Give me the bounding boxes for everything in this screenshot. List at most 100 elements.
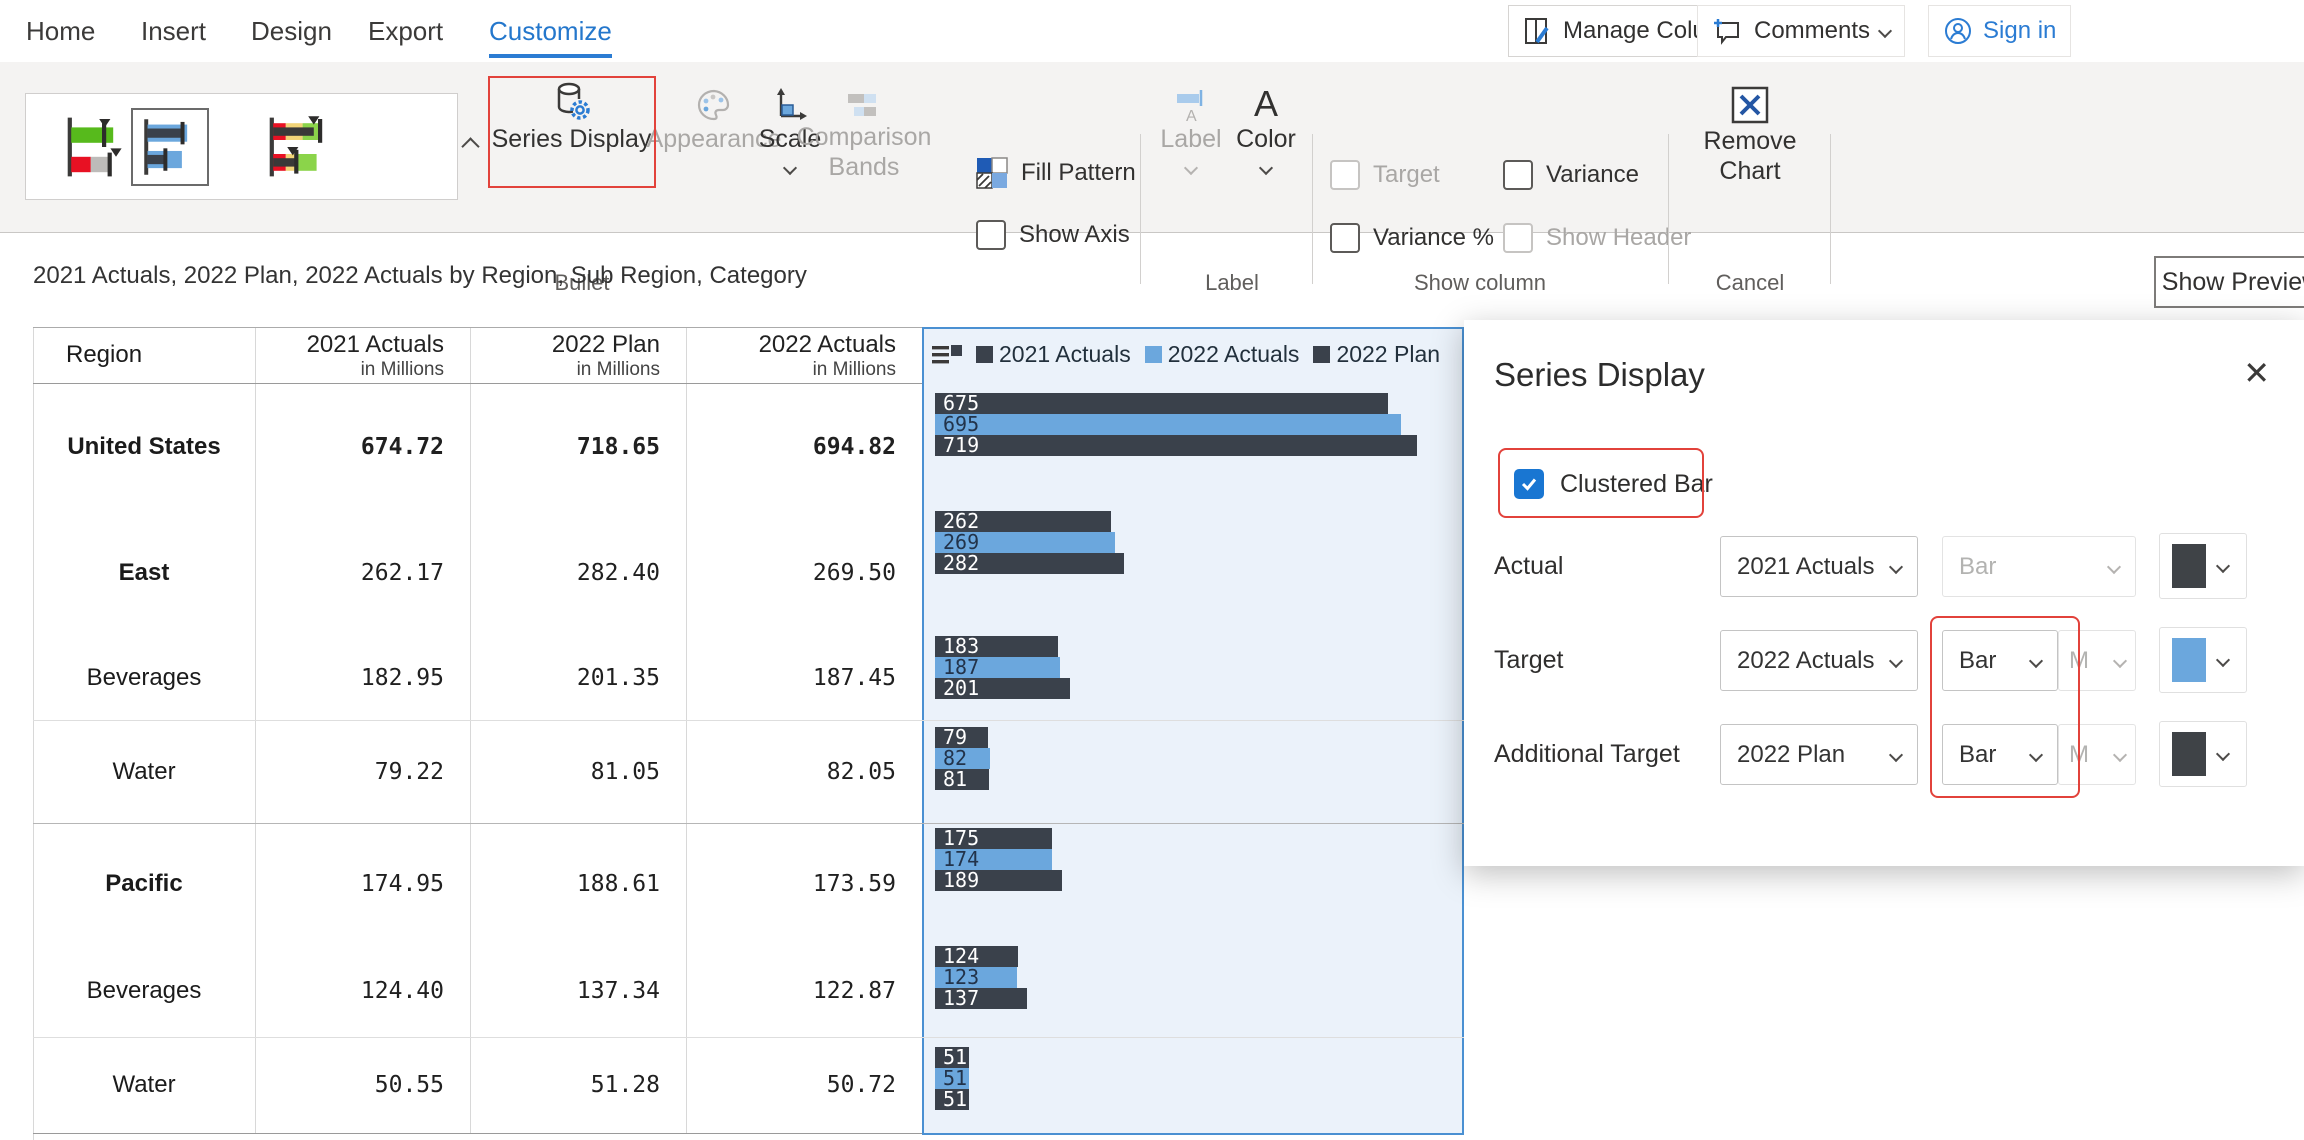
chart-bar[interactable]: 269: [935, 532, 1115, 553]
variance-checkbox[interactable]: [1503, 160, 1533, 190]
chart-bar[interactable]: 675: [935, 393, 1388, 414]
label-button[interactable]: A Label: [1155, 88, 1227, 173]
table-cell-value: 124.40: [255, 945, 444, 1037]
grid-hline: [33, 1037, 1464, 1038]
chart-bar[interactable]: 695: [935, 414, 1401, 435]
check-icon: [1519, 474, 1539, 494]
series-select[interactable]: 2022 Actuals: [1720, 630, 1918, 691]
chart-bar[interactable]: 262: [935, 511, 1111, 532]
color-swatch-select[interactable]: [2159, 627, 2247, 693]
chart-bar[interactable]: 187: [935, 657, 1060, 678]
chart-bar[interactable]: 79: [935, 727, 988, 748]
chart-bar[interactable]: 51: [935, 1047, 969, 1068]
show-preview-button[interactable]: Show Preview: [2154, 256, 2304, 308]
series-select[interactable]: 2021 Actuals: [1720, 536, 1918, 597]
chart-bar[interactable]: 201: [935, 678, 1070, 699]
person-icon: [1943, 16, 1973, 46]
tab-export[interactable]: Export: [368, 16, 443, 47]
menu-bar: Home Insert Design Export Customize Mana…: [0, 0, 2304, 63]
chart-bar[interactable]: 124: [935, 946, 1018, 967]
chart-bar[interactable]: 189: [935, 870, 1062, 891]
unit-select-value: M: [2069, 741, 2089, 769]
sign-in-button[interactable]: Sign in: [1928, 5, 2071, 57]
color-swatch-select[interactable]: [2159, 533, 2247, 599]
grid-hline: [33, 823, 1464, 824]
bar-value-label: 124: [935, 946, 979, 967]
chart-style-bullet[interactable]: [56, 108, 134, 186]
series-display-label: Series Display: [492, 124, 652, 154]
shape-select[interactable]: Bar: [1942, 630, 2058, 691]
show-header-column-toggle[interactable]: Show Header: [1503, 223, 1691, 253]
comments-button[interactable]: Comments: [1697, 5, 1905, 57]
column-header-sublabel: in Millions: [470, 359, 660, 381]
chart-legend: 2021 Actuals 2022 Actuals 2022 Plan: [932, 341, 1440, 368]
target-checkbox[interactable]: [1330, 160, 1360, 190]
bar-value-label: 719: [935, 435, 979, 456]
close-icon[interactable]: ✕: [2243, 356, 2270, 390]
tab-home[interactable]: Home: [26, 16, 95, 47]
series-select-value: 2022 Plan: [1737, 741, 1845, 769]
remove-chart-button[interactable]: Remove Chart: [1695, 84, 1805, 186]
variance-pct-checkbox[interactable]: [1330, 223, 1360, 253]
chart-bar[interactable]: 137: [935, 988, 1027, 1009]
chevron-down-icon: [1889, 559, 1903, 573]
legend-item[interactable]: 2022 Actuals: [1145, 341, 1300, 368]
column-header-sublabel: in Millions: [255, 359, 444, 381]
tab-customize[interactable]: Customize: [489, 16, 612, 58]
gallery-collapse-icon[interactable]: [461, 137, 479, 155]
chevron-down-icon: [2107, 559, 2121, 573]
variance-column-toggle[interactable]: Variance: [1503, 160, 1639, 190]
chart-style-clustered-selected[interactable]: [131, 108, 209, 186]
show-axis-toggle[interactable]: Show Axis: [976, 220, 1130, 250]
bar-value-label: 81: [935, 769, 967, 790]
bar-value-label: 82: [935, 748, 967, 769]
chevron-down-icon: [2113, 653, 2127, 667]
target-column-toggle[interactable]: Target: [1330, 160, 1440, 190]
comparison-bands-label-2: Bands: [829, 152, 900, 182]
tab-design[interactable]: Design: [251, 16, 332, 47]
series-select[interactable]: 2022 Plan: [1720, 724, 1918, 785]
unit-select: M: [2058, 724, 2136, 785]
comparison-bands-button[interactable]: Comparison Bands: [805, 88, 923, 182]
color-swatch: [2172, 638, 2206, 682]
chart-style-stacked[interactable]: [258, 108, 336, 186]
chart-bar[interactable]: 719: [935, 435, 1417, 456]
color-swatch-select[interactable]: [2159, 721, 2247, 787]
tab-insert[interactable]: Insert: [141, 16, 206, 47]
shape-select[interactable]: Bar: [1942, 724, 2058, 785]
table-cell-value: 269.50: [686, 510, 896, 635]
bar-value-label: 695: [935, 414, 979, 435]
color-button[interactable]: A Color: [1231, 84, 1301, 173]
panel-row-label: Target: [1494, 646, 1563, 675]
chart-bar[interactable]: 81: [935, 769, 989, 790]
chevron-down-icon: [1889, 747, 1903, 761]
show-axis-checkbox[interactable]: [976, 220, 1006, 250]
variance-pct-column-toggle[interactable]: Variance %: [1330, 223, 1494, 253]
legend-item[interactable]: 2021 Actuals: [976, 341, 1131, 368]
column-header-label: 2022 Actuals: [686, 331, 896, 359]
legend-item[interactable]: 2022 Plan: [1313, 341, 1440, 368]
chart-bar[interactable]: 51: [935, 1068, 969, 1089]
chart-bar[interactable]: 123: [935, 967, 1017, 988]
sign-in-label: Sign in: [1983, 17, 2056, 45]
show-header-checkbox[interactable]: [1503, 223, 1533, 253]
legend-label: 2022 Plan: [1336, 341, 1440, 368]
chart-bar[interactable]: 51: [935, 1089, 969, 1110]
fill-pattern-toggle[interactable]: Fill Pattern: [976, 157, 1136, 189]
chevron-down-icon: [2216, 747, 2230, 761]
chart-bar[interactable]: 282: [935, 553, 1124, 574]
bar-value-label: 51: [935, 1068, 967, 1089]
clustered-bar-toggle[interactable]: Clustered Bar: [1514, 469, 1713, 499]
ribbon-divider: [1312, 134, 1313, 284]
chevron-down-icon: [2216, 559, 2230, 573]
chart-bar[interactable]: 175: [935, 828, 1052, 849]
chart-bar[interactable]: 183: [935, 636, 1058, 657]
table-cell-value: 137.34: [470, 945, 660, 1037]
series-display-button[interactable]: Series Display: [493, 80, 650, 154]
clustered-bar-checkbox[interactable]: [1514, 469, 1544, 499]
series-handle-icon: [932, 344, 962, 366]
chart-bar[interactable]: 82: [935, 748, 990, 769]
row-label-east: East: [33, 510, 255, 635]
chart-bar[interactable]: 174: [935, 849, 1052, 870]
panel-title: Series Display: [1494, 356, 1705, 394]
